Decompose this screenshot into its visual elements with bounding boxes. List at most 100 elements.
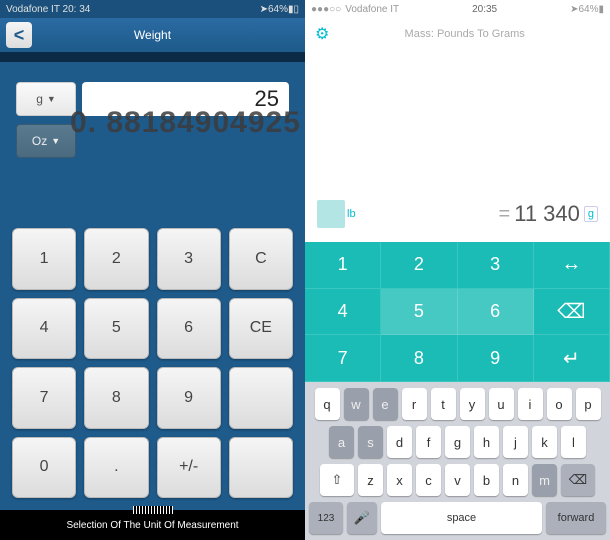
kb-a[interactable]: a	[329, 426, 354, 458]
enter-icon: ↵	[563, 346, 580, 371]
battery-text: 64%	[578, 4, 598, 15]
kb-forward[interactable]: Forward	[546, 502, 606, 534]
unit-label: g	[36, 92, 43, 106]
input-unit-select[interactable]: g ▼	[16, 82, 76, 116]
status-bar: Vodafone IT 20: 34 ➤ 64% ▮▯	[0, 0, 305, 18]
swap-icon: ↔	[561, 253, 581, 276]
kb-q[interactable]: q	[315, 388, 340, 420]
kb-i[interactable]: i	[518, 388, 543, 420]
footer[interactable]: Selection Of The Unit Of Measurement	[0, 510, 305, 540]
tkey-swap[interactable]: ↔	[534, 242, 610, 289]
key-0[interactable]: 0	[12, 437, 76, 499]
conversion-row: lb = 11 340 g	[305, 196, 610, 232]
header-title: Mass: Pounds To Grams	[329, 28, 600, 40]
from-unit[interactable]: lb	[347, 208, 356, 220]
conversion-panel: g ▼ 25 Oz ▼ 0. 88184904925	[0, 62, 305, 186]
tkey-backspace[interactable]: ⌫	[534, 289, 610, 336]
ruler-icon	[133, 506, 173, 514]
kb-v[interactable]: v	[445, 464, 470, 496]
kb-shift[interactable]: ⇧	[320, 464, 354, 496]
carrier-text: Vodafone IT	[345, 4, 399, 15]
unit-label: Oz	[32, 134, 47, 148]
key-dot[interactable]: .	[84, 437, 148, 499]
gear-icon[interactable]: ⚙	[315, 24, 329, 44]
equals-sign: =	[356, 203, 511, 226]
tkey-1[interactable]: 1	[305, 242, 381, 289]
kb-y[interactable]: y	[460, 388, 485, 420]
key-2[interactable]: 2	[84, 228, 148, 290]
kb-d[interactable]: d	[387, 426, 412, 458]
kb-space[interactable]: Space	[381, 502, 542, 534]
footer-label: Selection Of The Unit Of Measurement	[66, 520, 238, 531]
battery-text: 64%	[268, 4, 288, 15]
tkey-enter[interactable]: ↵	[534, 335, 610, 382]
tkey-2[interactable]: 2	[381, 242, 457, 289]
battery-icon: ▮▯	[288, 4, 299, 15]
kb-c[interactable]: c	[416, 464, 441, 496]
kb-e[interactable]: e	[373, 388, 398, 420]
backspace-icon: ⌫	[557, 299, 585, 324]
kb-x[interactable]: x	[387, 464, 412, 496]
signal-icon: ●●●○○	[311, 4, 341, 15]
location-icon: ➤	[570, 4, 578, 15]
key-9[interactable]: 9	[157, 367, 221, 429]
kb-p[interactable]: p	[576, 388, 601, 420]
kb-n[interactable]: n	[503, 464, 528, 496]
tkey-9[interactable]: 9	[458, 335, 534, 382]
kb-z[interactable]: z	[358, 464, 383, 496]
tkey-5[interactable]: 5	[381, 289, 457, 336]
key-blank2[interactable]	[229, 437, 293, 499]
output-value: 0. 88184904925	[70, 106, 301, 140]
kb-h[interactable]: h	[474, 426, 499, 458]
key-sign[interactable]: +/-	[157, 437, 221, 499]
to-unit[interactable]: g	[584, 206, 598, 222]
key-4[interactable]: 4	[12, 298, 76, 360]
kb-l[interactable]: l	[561, 426, 586, 458]
kb-r[interactable]: r	[402, 388, 427, 420]
kb-w[interactable]: w	[344, 388, 369, 420]
divider	[0, 52, 305, 62]
kb-f[interactable]: f	[416, 426, 441, 458]
kb-g[interactable]: g	[445, 426, 470, 458]
tkey-4[interactable]: 4	[305, 289, 381, 336]
tkey-7[interactable]: 7	[305, 335, 381, 382]
dropdown-icon: ▼	[47, 94, 56, 104]
input-box[interactable]	[317, 200, 345, 228]
keypad: 1 2 3 C 4 5 6 CE 7 8 9 0 . +/-	[0, 216, 305, 510]
key-6[interactable]: 6	[157, 298, 221, 360]
dropdown-icon: ▼	[51, 136, 60, 146]
content: lb = 11 340 g	[305, 50, 610, 242]
tkey-6[interactable]: 6	[458, 289, 534, 336]
kb-u[interactable]: u	[489, 388, 514, 420]
carrier-text: Vodafone IT 20: 34	[6, 4, 260, 15]
kb-s[interactable]: s	[358, 426, 383, 458]
tkey-3[interactable]: 3	[458, 242, 534, 289]
ios-keyboard: q w e r t y u i o p a s d f g h j k l ⇧ …	[305, 382, 610, 540]
time-text: 20:35	[399, 4, 570, 15]
kb-j[interactable]: j	[503, 426, 528, 458]
key-1[interactable]: 1	[12, 228, 76, 290]
key-blank[interactable]	[229, 367, 293, 429]
key-8[interactable]: 8	[84, 367, 148, 429]
kb-b[interactable]: b	[474, 464, 499, 496]
right-phone: ●●●○○ Vodafone IT 20:35 ➤ 64% ▮ ⚙ Mass: …	[305, 0, 610, 540]
kb-k[interactable]: k	[532, 426, 557, 458]
back-button[interactable]: <	[6, 22, 32, 48]
header: ⚙ Mass: Pounds To Grams	[305, 18, 610, 50]
key-clear[interactable]: C	[229, 228, 293, 290]
output-unit-select[interactable]: Oz ▼	[16, 124, 76, 158]
key-7[interactable]: 7	[12, 367, 76, 429]
kb-t[interactable]: t	[431, 388, 456, 420]
result-value: 11 340	[514, 201, 580, 227]
tkey-8[interactable]: 8	[381, 335, 457, 382]
kb-delete[interactable]: ⌫	[561, 464, 595, 496]
header-title: Weight	[0, 28, 305, 42]
kb-o[interactable]: o	[547, 388, 572, 420]
key-5[interactable]: 5	[84, 298, 148, 360]
kb-mic[interactable]: 🎤	[347, 502, 377, 534]
kb-123[interactable]: 123	[309, 502, 343, 534]
key-3[interactable]: 3	[157, 228, 221, 290]
location-icon: ➤	[260, 4, 268, 15]
kb-m[interactable]: m	[532, 464, 557, 496]
key-ce[interactable]: CE	[229, 298, 293, 360]
